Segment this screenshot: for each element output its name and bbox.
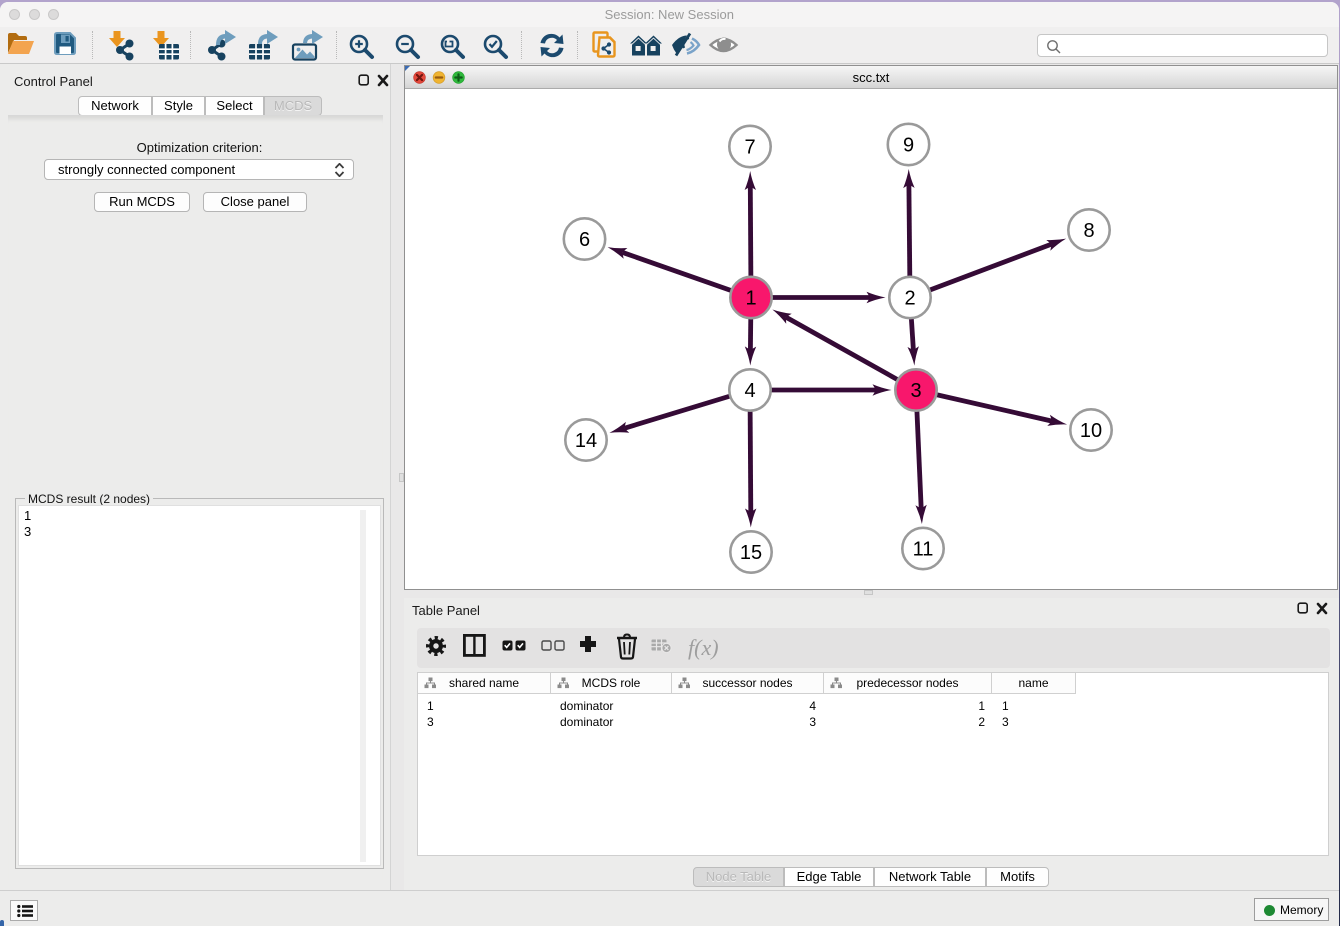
svg-text:8: 8 [1083, 220, 1094, 242]
svg-text:15: 15 [740, 542, 762, 564]
svg-text:3: 3 [910, 380, 921, 402]
svg-text:11: 11 [913, 539, 934, 561]
svg-text:10: 10 [1080, 420, 1102, 442]
svg-text:1: 1 [745, 288, 756, 310]
svg-text:2: 2 [904, 288, 915, 310]
svg-text:7: 7 [744, 137, 755, 159]
svg-text:4: 4 [744, 380, 755, 402]
svg-text:f(x): f(x) [688, 635, 719, 660]
svg-text:6: 6 [579, 229, 590, 251]
svg-text:14: 14 [575, 430, 597, 452]
svg-text:9: 9 [903, 135, 914, 157]
